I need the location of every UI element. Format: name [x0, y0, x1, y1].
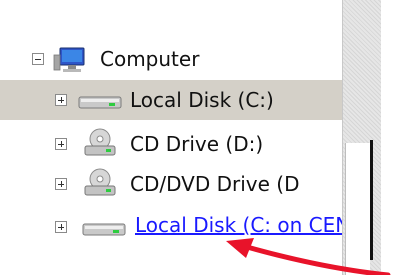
annotation-arrow-icon [226, 238, 391, 275]
